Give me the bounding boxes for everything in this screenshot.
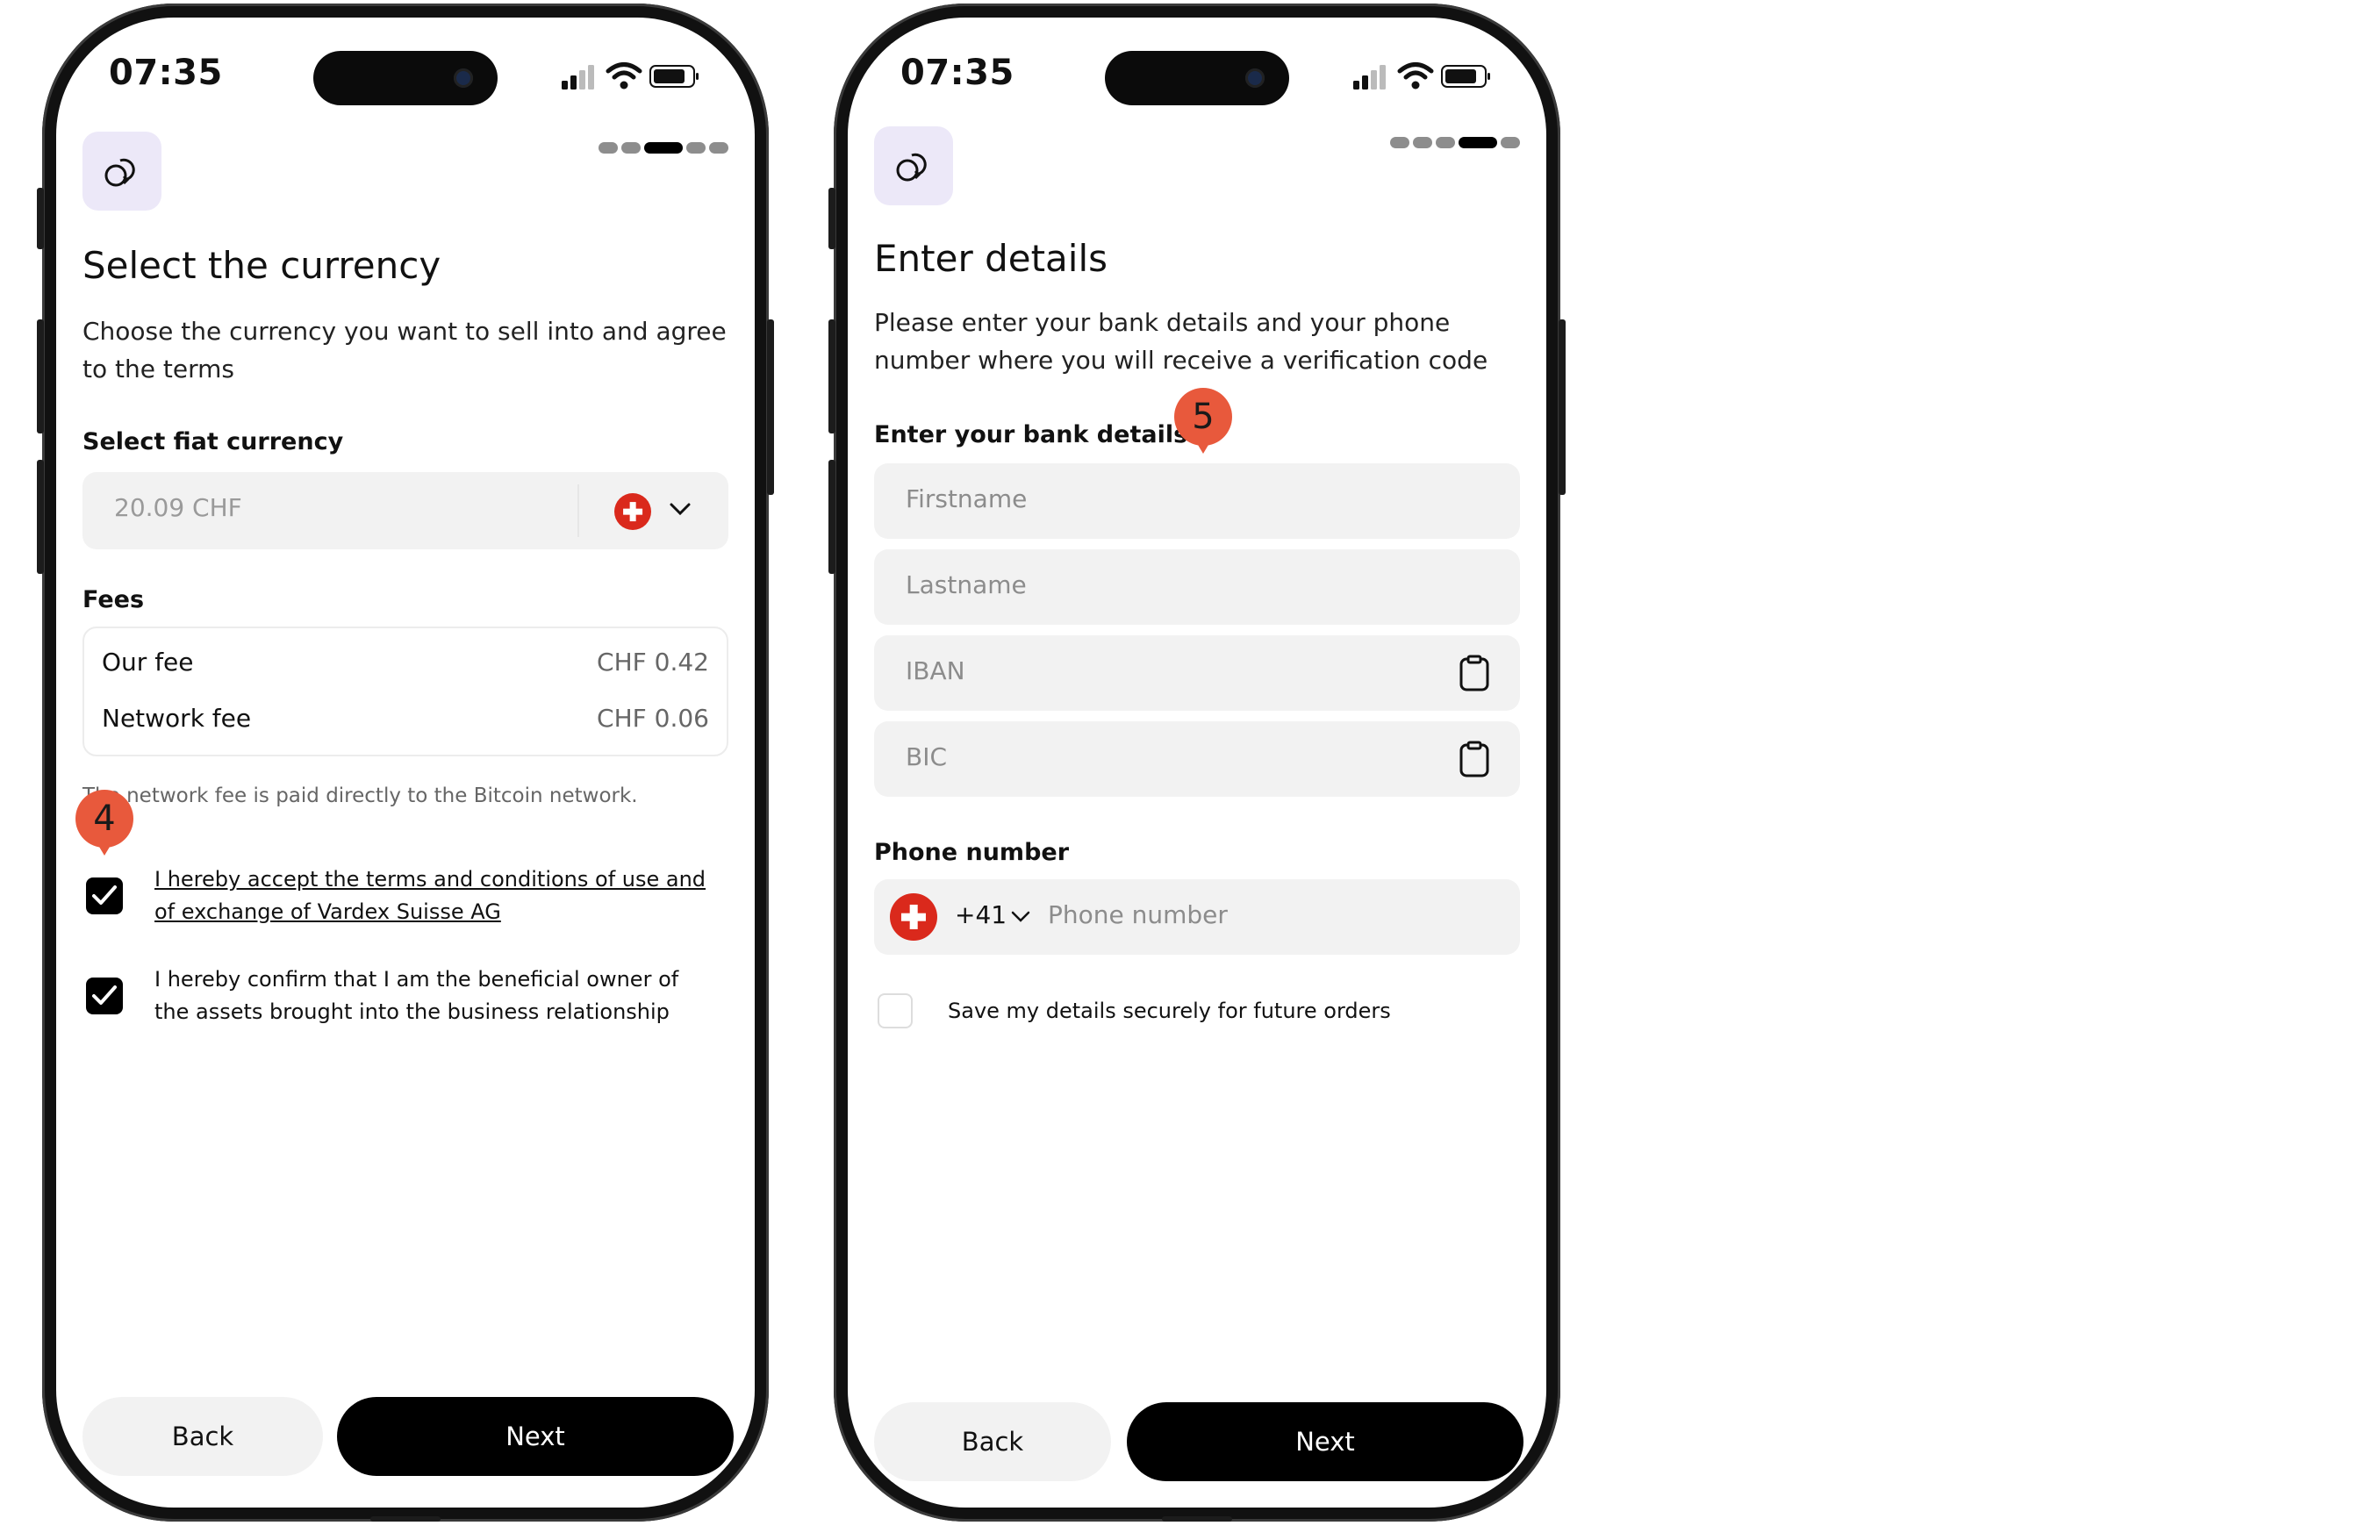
next-button[interactable]: Next — [1127, 1402, 1523, 1481]
screen-enter-details: 07:35 Enter details Please enter your ba… — [848, 18, 1546, 1508]
step-dot — [621, 142, 641, 154]
firstname-placeholder: Firstname — [906, 484, 1028, 513]
phone-number-label: Phone number — [874, 839, 1070, 866]
page-title: Select the currency — [82, 244, 441, 287]
select-divider — [577, 484, 579, 537]
status-time: 07:35 — [900, 53, 1014, 93]
exchange-app-icon — [874, 126, 953, 205]
currency-value: 20.09 CHF — [114, 493, 242, 522]
step-dot-active — [644, 142, 683, 154]
phone-right: 07:35 Enter details Please enter your ba… — [828, 4, 1566, 1522]
status-bar: 07:35 — [848, 37, 1546, 105]
checkmark-icon — [92, 985, 117, 1005]
firstname-input[interactable]: Firstname — [874, 463, 1520, 539]
phone-input[interactable]: +41 Phone number — [874, 879, 1520, 955]
chevron-down-icon[interactable] — [1011, 911, 1030, 923]
screen-select-currency: 07:35 Select the currency Choose the cur… — [56, 18, 755, 1508]
wifi-icon — [606, 62, 642, 90]
bic-placeholder: BIC — [906, 742, 948, 771]
clipboard-icon[interactable] — [1457, 655, 1492, 691]
signal-icon — [1353, 65, 1386, 90]
signal-icon — [562, 65, 594, 90]
phone-placeholder: Phone number — [1048, 900, 1228, 929]
bottom-speaker — [370, 1516, 441, 1522]
swiss-flag-icon — [614, 493, 651, 530]
iban-placeholder: IBAN — [906, 656, 965, 685]
save-details-label: Save my details securely for future orde… — [948, 999, 1391, 1023]
fees-label: Fees — [82, 586, 145, 613]
side-button — [828, 460, 835, 574]
step-dot-active — [1459, 137, 1497, 148]
step-progress — [1390, 137, 1520, 151]
network-fee-note: The network fee is paid directly to the … — [82, 784, 638, 807]
step-dot — [1436, 137, 1455, 148]
back-button[interactable]: Back — [874, 1402, 1111, 1481]
page-title: Enter details — [874, 237, 1108, 280]
status-bar: 07:35 — [56, 37, 755, 105]
power-button — [1559, 319, 1566, 495]
step-dot — [599, 142, 618, 154]
owner-confirmation-text: I hereby confirm that I am the beneficia… — [154, 967, 679, 1024]
step-badge-4: 4 — [75, 790, 133, 856]
iban-input[interactable]: IBAN — [874, 635, 1520, 711]
fee-value: CHF 0.42 — [597, 648, 709, 677]
back-button[interactable]: Back — [82, 1397, 323, 1476]
currency-select[interactable]: 20.09 CHF — [82, 472, 728, 549]
battery-icon — [1441, 65, 1490, 88]
page-subtitle: Choose the currency you want to sell int… — [82, 317, 727, 383]
phone-left: 07:35 Select the currency Choose the cur… — [37, 4, 774, 1522]
side-button — [37, 188, 44, 249]
step-badge-5: 5 — [1174, 388, 1232, 454]
swiss-flag-icon[interactable] — [890, 893, 937, 941]
lastname-input[interactable]: Lastname — [874, 549, 1520, 625]
terms-link[interactable]: I hereby accept the terms and conditions… — [154, 863, 716, 928]
side-button — [828, 188, 835, 249]
step-dot — [709, 142, 728, 154]
dynamic-island — [1105, 51, 1289, 105]
wifi-icon — [1397, 62, 1434, 90]
side-button — [37, 460, 44, 574]
fee-name: Network fee — [102, 704, 252, 733]
fee-value: CHF 0.06 — [597, 704, 709, 733]
step-dot — [1413, 137, 1432, 148]
lastname-placeholder: Lastname — [906, 570, 1027, 599]
swap-circles-icon — [896, 153, 927, 182]
camera-icon — [1245, 68, 1265, 88]
camera-icon — [454, 68, 473, 88]
next-button[interactable]: Next — [337, 1397, 734, 1476]
owner-checkbox[interactable] — [86, 978, 123, 1014]
save-details-checkbox[interactable] — [878, 993, 913, 1028]
terms-checkbox[interactable] — [86, 877, 123, 914]
step-progress — [599, 142, 728, 156]
power-button — [767, 319, 774, 495]
chevron-down-icon — [670, 503, 691, 516]
fees-card: Our fee CHF 0.42 Network fee CHF 0.06 — [82, 627, 728, 756]
side-button — [828, 319, 835, 433]
country-code[interactable]: +41 — [955, 900, 1007, 929]
dynamic-island — [313, 51, 498, 105]
fee-name: Our fee — [102, 648, 194, 677]
step-dot — [686, 142, 706, 154]
currency-label: Select fiat currency — [82, 428, 344, 455]
bottom-speaker — [1162, 1516, 1232, 1522]
swap-circles-icon — [104, 158, 135, 187]
step-dot — [1501, 137, 1520, 148]
side-button — [37, 319, 44, 433]
clipboard-icon[interactable] — [1457, 741, 1492, 777]
checkmark-icon — [92, 885, 117, 905]
bic-input[interactable]: BIC — [874, 721, 1520, 797]
status-time: 07:35 — [109, 53, 223, 93]
page-subtitle: Please enter your bank details and your … — [874, 308, 1488, 375]
battery-icon — [649, 65, 699, 88]
step-dot — [1390, 137, 1409, 148]
exchange-app-icon — [82, 132, 161, 211]
